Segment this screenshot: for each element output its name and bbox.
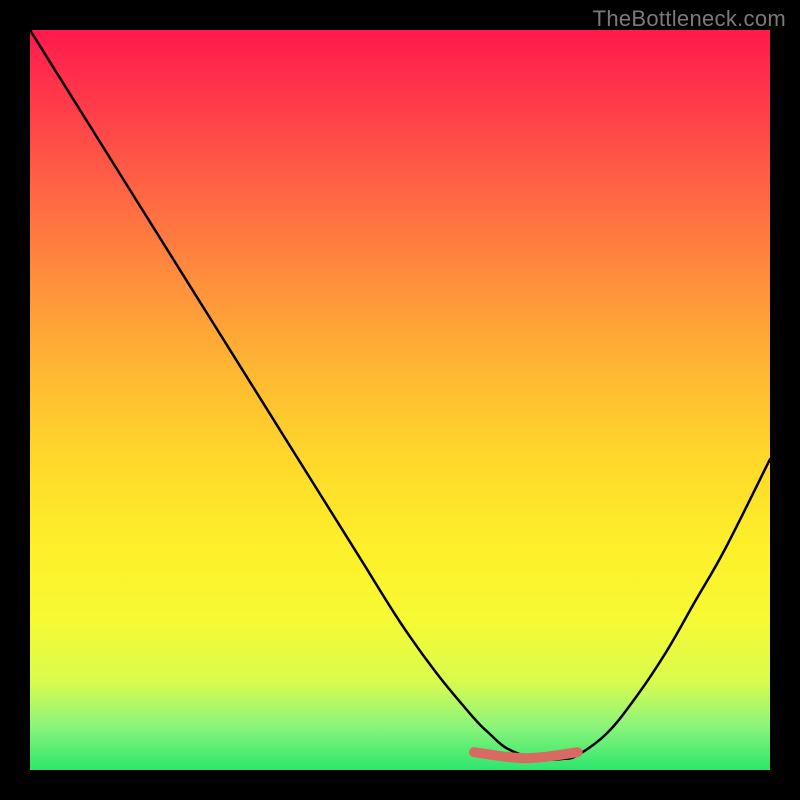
performance-curve [30, 30, 770, 770]
bottleneck-gradient-plot [30, 30, 770, 770]
min-band-highlight [474, 752, 578, 758]
chart-container: TheBottleneck.com [0, 0, 800, 800]
v-curve [30, 30, 770, 760]
watermark-source: TheBottleneck.com [593, 6, 786, 32]
